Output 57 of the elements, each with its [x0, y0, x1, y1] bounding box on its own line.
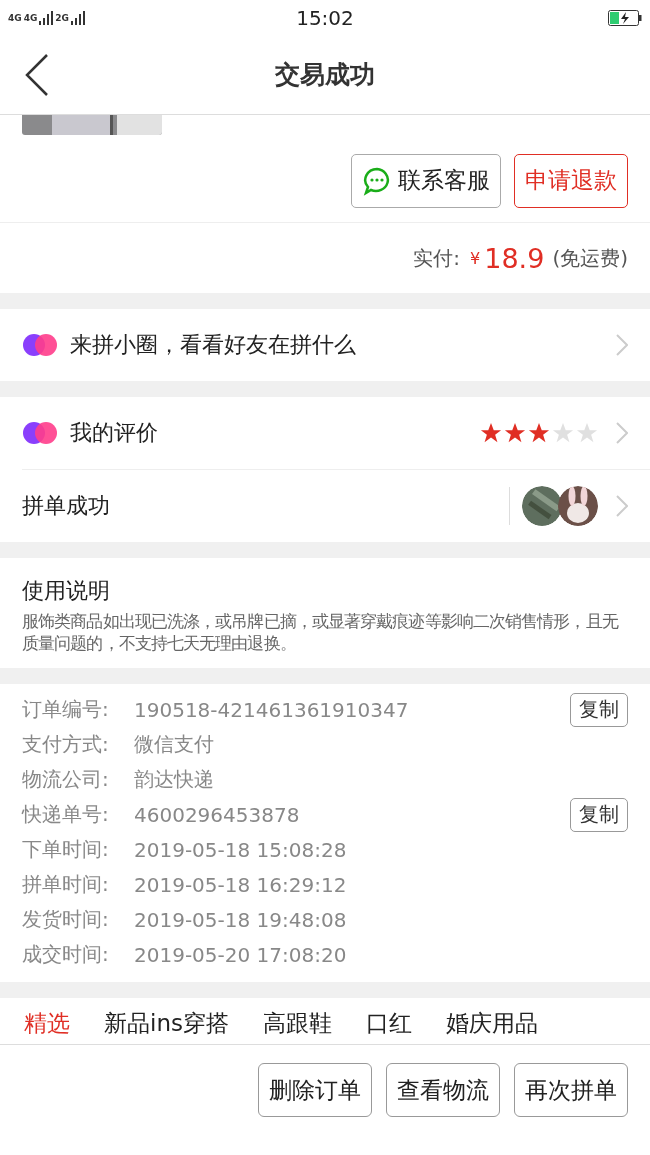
network-label: 4G	[8, 12, 22, 23]
shipping-note: (免运费)	[552, 244, 628, 272]
refund-button[interactable]: 申请退款	[514, 153, 628, 208]
category-tab[interactable]: 新品ins穿搭	[104, 1008, 229, 1044]
circles-icon	[22, 421, 58, 445]
info-label: 支付方式:	[22, 731, 110, 758]
paid-label: 实付:	[413, 244, 461, 272]
order-button[interactable]: 再次拼单	[514, 1063, 628, 1117]
info-label: 发货时间:	[22, 906, 110, 933]
info-label: 下单时间:	[22, 836, 110, 863]
page-title: 交易成功	[275, 59, 375, 91]
info-value: 2019-05-20 17:08:20	[134, 942, 348, 967]
signal-icon	[70, 10, 85, 25]
info-value: 2019-05-18 19:48:08	[134, 907, 348, 932]
review-label: 我的评价	[70, 419, 159, 447]
back-icon[interactable]	[25, 54, 49, 96]
star-icon	[480, 422, 502, 444]
circle-link[interactable]: 来拼小圈，看看好友在拼什么	[70, 330, 598, 360]
order-button[interactable]: 查看物流	[386, 1063, 500, 1117]
category-tab[interactable]: 口红	[365, 1008, 412, 1044]
chevron-icon	[616, 422, 628, 444]
usage-title: 使用说明	[22, 577, 111, 605]
clock: 15:02	[295, 5, 355, 30]
copy-button[interactable]: 复制	[570, 797, 628, 832]
info-value: 微信支付	[134, 731, 215, 758]
currency-symbol: ¥	[470, 248, 481, 268]
info-label: 快递单号:	[22, 801, 110, 828]
info-value: 2019-05-18 15:08:28	[134, 837, 348, 862]
group-status-label: 拼单成功	[22, 492, 111, 520]
chat-icon	[362, 165, 392, 196]
info-label: 订单编号:	[22, 696, 110, 723]
network-label: 4G	[23, 12, 38, 23]
category-tab[interactable]: 高跟鞋	[262, 1008, 332, 1044]
category-tab[interactable]: 精选	[24, 1008, 70, 1044]
star-icon	[528, 422, 550, 444]
usage-text: 服饰类商品如出现已洗涤，或吊牌已摘，或显著穿戴痕迹等影响二次销售情形，且无质量问题的，不支持七天无理由退换。	[22, 610, 620, 654]
copy-button[interactable]: 复制	[570, 692, 628, 727]
category-tab[interactable]: 婚庆用品	[445, 1008, 538, 1044]
star-icon	[552, 422, 574, 444]
star-icon	[576, 422, 598, 444]
chevron-icon	[616, 334, 628, 356]
order-button[interactable]: 删除订单	[258, 1063, 372, 1117]
circles-icon	[22, 333, 58, 357]
info-label: 物流公司:	[22, 766, 110, 793]
info-value: 韵达快递	[134, 766, 215, 793]
star-icon	[504, 422, 526, 444]
signal-icon	[39, 10, 54, 25]
info-label: 成交时间:	[22, 941, 110, 968]
info-value: 4600296453878	[134, 802, 301, 827]
chevron-icon	[616, 495, 628, 517]
info-value: 2019-05-18 16:29:12	[134, 872, 348, 897]
info-value: 190518-421461361910347	[134, 697, 410, 722]
contact-service-button[interactable]: 联系客服	[351, 153, 501, 208]
network-label: 2G	[55, 12, 69, 23]
paid-amount: 18.9	[484, 242, 545, 274]
info-label: 拼单时间:	[22, 871, 110, 898]
battery-icon	[608, 9, 642, 26]
